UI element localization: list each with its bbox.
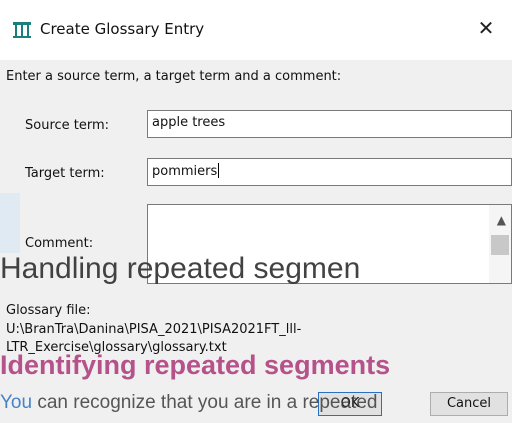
target-term-label: Target term: bbox=[25, 166, 105, 181]
title-bar: Create Glossary Entry ✕ bbox=[0, 0, 512, 60]
text-caret bbox=[218, 163, 220, 178]
background-stripe bbox=[0, 193, 20, 253]
overlay-para-start: You bbox=[0, 392, 33, 413]
source-term-input[interactable]: apple trees bbox=[147, 110, 512, 138]
comment-scrollbar[interactable]: ▲ bbox=[489, 205, 511, 283]
instruction-text: Enter a source term, a target term and a… bbox=[6, 69, 342, 84]
comment-label: Comment: bbox=[25, 236, 94, 251]
overlay-paragraph: You can recognize that you are in a repe… bbox=[0, 392, 377, 414]
close-icon[interactable]: ✕ bbox=[472, 14, 500, 42]
chevron-up-icon[interactable]: ▲ bbox=[497, 213, 506, 227]
scroll-thumb[interactable] bbox=[491, 235, 509, 255]
target-term-input[interactable]: pommiers bbox=[147, 158, 512, 186]
target-term-value: pommiers bbox=[152, 164, 218, 179]
overlay-subheading: Identifying repeated segments bbox=[0, 350, 391, 380]
source-term-value: apple trees bbox=[152, 115, 226, 130]
glossary-file-label: Glossary file: bbox=[6, 303, 91, 318]
overlay-heading: Handling repeated segmen bbox=[0, 252, 361, 285]
cancel-button[interactable]: Cancel bbox=[430, 392, 508, 416]
dialog-title: Create Glossary Entry bbox=[40, 20, 205, 38]
omegat-glossary-icon bbox=[12, 20, 32, 40]
overlay-para-rest: can recognize that you are in a repeated bbox=[32, 392, 378, 413]
source-term-label: Source term: bbox=[25, 118, 110, 133]
create-glossary-dialog: Create Glossary Entry ✕ Enter a source t… bbox=[0, 0, 512, 423]
